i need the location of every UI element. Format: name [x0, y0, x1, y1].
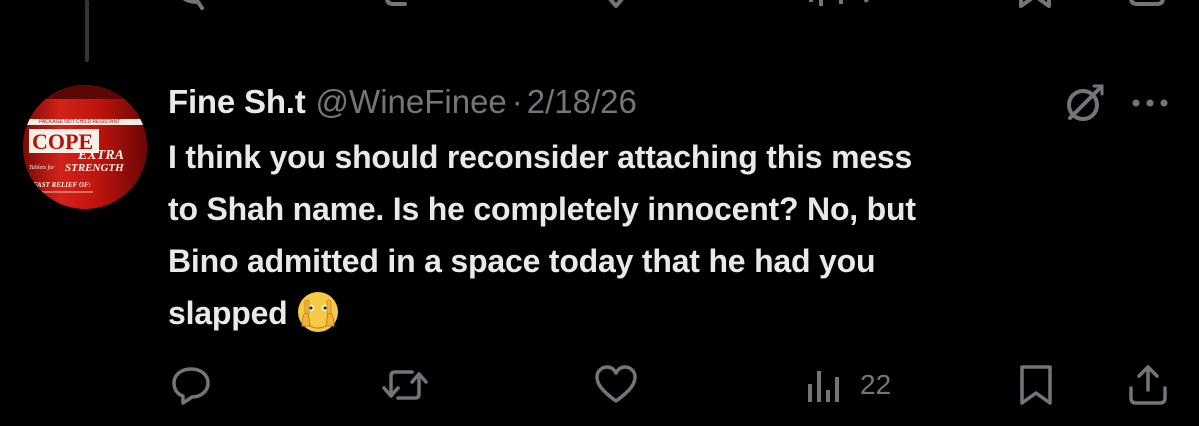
tweet-date[interactable]: 2/18/26 — [527, 83, 637, 121]
like-button[interactable] — [592, 360, 640, 410]
tweet-text: I think you should reconsider attaching … — [168, 131, 1158, 339]
share-icon — [1129, 365, 1167, 405]
views-icon — [808, 371, 839, 402]
tweet-text-line: I think you should reconsider attaching … — [168, 139, 913, 175]
avatar[interactable]: PACKAGE NOT CHILD RESISTANT COPE EXTRA S… — [23, 85, 147, 209]
grok-icon[interactable] — [1064, 82, 1106, 124]
tweet-action-bar: 22 — [0, 360, 1199, 410]
heart-icon — [595, 365, 637, 403]
tweet-screen: PACKAGE NOT CHILD RESISTANT COPE EXTRA S… — [0, 0, 1199, 426]
views-icon[interactable] — [805, 0, 895, 12]
more-options-icon[interactable] — [1128, 88, 1172, 118]
previous-tweet-actions — [0, 0, 1199, 12]
reply-icon — [172, 367, 210, 405]
svg-text:Tablets for: Tablets for — [29, 164, 55, 171]
repost-icon[interactable] — [383, 0, 433, 12]
tweet-text-line-last: slapped — [168, 287, 1158, 339]
bookmark-button[interactable] — [1015, 360, 1057, 410]
bookmark-icon — [1020, 365, 1052, 405]
reply-button[interactable] — [168, 360, 214, 410]
tweet-text-last-word: slapped — [168, 295, 288, 331]
repost-button[interactable] — [380, 360, 430, 410]
tweet-text-line: Bino admitted in a space today that he h… — [168, 243, 876, 279]
svg-text:STRENGTH: STRENGTH — [65, 162, 124, 174]
thread-connector-line — [85, 0, 89, 62]
user-handle[interactable]: @WineFinee — [316, 83, 507, 121]
views-button[interactable]: 22 — [804, 360, 891, 410]
heart-icon[interactable] — [595, 0, 645, 12]
svg-text:PACKAGE NOT CHILD RESISTANT: PACKAGE NOT CHILD RESISTANT — [39, 119, 120, 125]
views-count: 22 — [860, 369, 892, 400]
separator-dot: · — [511, 83, 523, 120]
cope-bottle-image: PACKAGE NOT CHILD RESISTANT COPE EXTRA S… — [23, 85, 147, 209]
tweet-text-line: to Shah name. Is he completely innocent?… — [168, 191, 916, 227]
display-name[interactable]: Fine Sh.t — [168, 83, 306, 121]
svg-text:EXTRA: EXTRA — [77, 148, 124, 163]
bookmark-icon[interactable] — [1015, 0, 1059, 12]
tweet-header: Fine Sh.t @WineFinee · 2/18/26 — [168, 78, 637, 126]
reply-icon[interactable] — [168, 0, 218, 12]
svg-text:FAST RELIEF OF:: FAST RELIEF OF: — [33, 181, 91, 189]
face-hand-over-mouth-emoji-icon — [297, 292, 338, 332]
repost-icon — [382, 370, 428, 400]
share-button[interactable] — [1125, 360, 1171, 410]
share-icon[interactable] — [1125, 0, 1169, 12]
